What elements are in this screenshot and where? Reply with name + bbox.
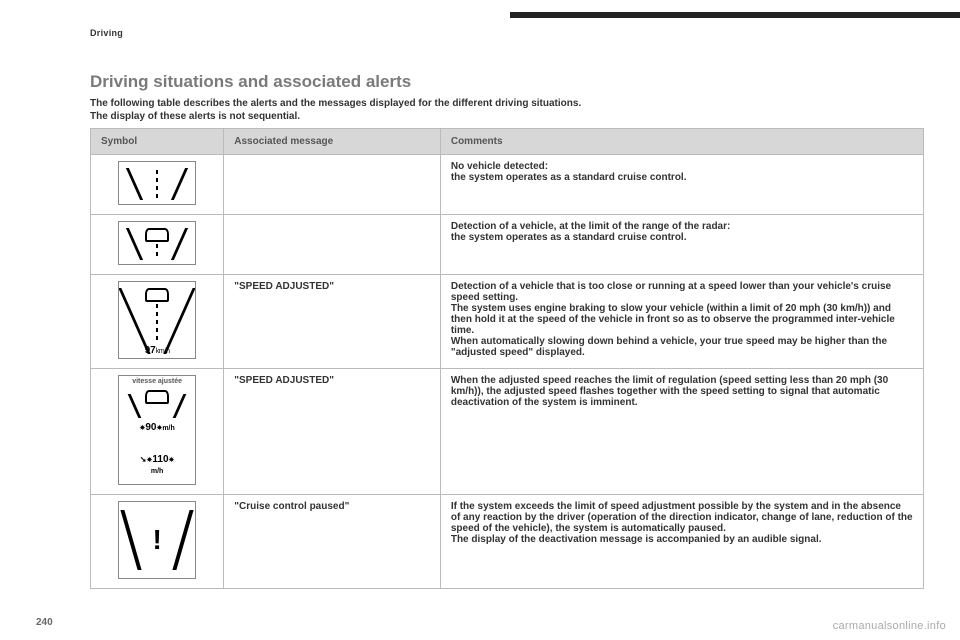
message-cell [224, 215, 441, 275]
col-header-message: Associated message [224, 129, 441, 155]
watermark: carmanualsonline.info [833, 620, 946, 632]
symbol-lane-car-icon [118, 221, 196, 265]
table-header-row: Symbol Associated message Comments [91, 129, 924, 155]
vitesse-label: vitesse ajustée [119, 378, 195, 385]
symbol-cell: vitesse ajustée ✷90✷m/h ➘✷110✷m/h [91, 369, 224, 495]
section-label: Driving [90, 28, 924, 38]
lane-center-dashes-icon [156, 170, 158, 198]
message-cell: "SPEED ADJUSTED" [224, 275, 441, 369]
comments-cell: Detection of a vehicle that is too close… [440, 275, 923, 369]
table-row: 97km/h "SPEED ADJUSTED" Detection of a v… [91, 275, 924, 369]
speed-readout: 97km/h [119, 345, 195, 356]
message-cell [224, 155, 441, 215]
symbol-cruise-paused-icon: ! [118, 501, 196, 579]
comments-cell: No vehicle detected: the system operates… [440, 155, 923, 215]
page-number: 240 [36, 617, 53, 628]
speed-value: 97 [145, 345, 156, 356]
page-title: Driving situations and associated alerts [90, 72, 924, 92]
symbol-lane-car-speed-icon: 97km/h [118, 281, 196, 359]
car-rear-icon [145, 228, 169, 242]
symbol-cell: ! [91, 495, 224, 589]
message-cell: "SPEED ADJUSTED" [224, 369, 441, 495]
top-rule [510, 12, 960, 18]
symbol-cell [91, 155, 224, 215]
symbol-lane-empty-icon [118, 161, 196, 205]
col-header-comments: Comments [440, 129, 923, 155]
table-row: ! "Cruise control paused" If the system … [91, 495, 924, 589]
page-content: Driving Driving situations and associate… [0, 0, 960, 589]
lane-center-dashes-icon [156, 244, 158, 258]
speed-flash-110: ➘✷110✷m/h [138, 454, 176, 476]
speed-unit: km/h [156, 348, 170, 355]
table-row: No vehicle detected: the system operates… [91, 155, 924, 215]
table-row: Detection of a vehicle, at the limit of … [91, 215, 924, 275]
table-row: vitesse ajustée ✷90✷m/h ➘✷110✷m/h "SPEED… [91, 369, 924, 495]
intro-line-1: The following table describes the alerts… [90, 98, 924, 109]
col-header-symbol: Symbol [91, 129, 224, 155]
alerts-table: Symbol Associated message Comments No ve… [90, 128, 924, 589]
symbol-cell: 97km/h [91, 275, 224, 369]
intro-line-2: The display of these alerts is not seque… [90, 111, 924, 122]
speed-flash-90: ✷90✷m/h [139, 422, 174, 433]
car-rear-icon [145, 288, 169, 302]
comments-cell: When the adjusted speed reaches the limi… [440, 369, 923, 495]
comments-cell: Detection of a vehicle, at the limit of … [440, 215, 923, 275]
car-rear-icon [145, 390, 169, 404]
message-cell: "Cruise control paused" [224, 495, 441, 589]
lane-center-dashes-icon [156, 304, 158, 340]
symbol-cell [91, 215, 224, 275]
symbol-vitesse-ajustee-icon: vitesse ajustée ✷90✷m/h ➘✷110✷m/h [118, 375, 196, 485]
exclamation-icon: ! [152, 524, 161, 556]
comments-cell: If the system exceeds the limit of speed… [440, 495, 923, 589]
